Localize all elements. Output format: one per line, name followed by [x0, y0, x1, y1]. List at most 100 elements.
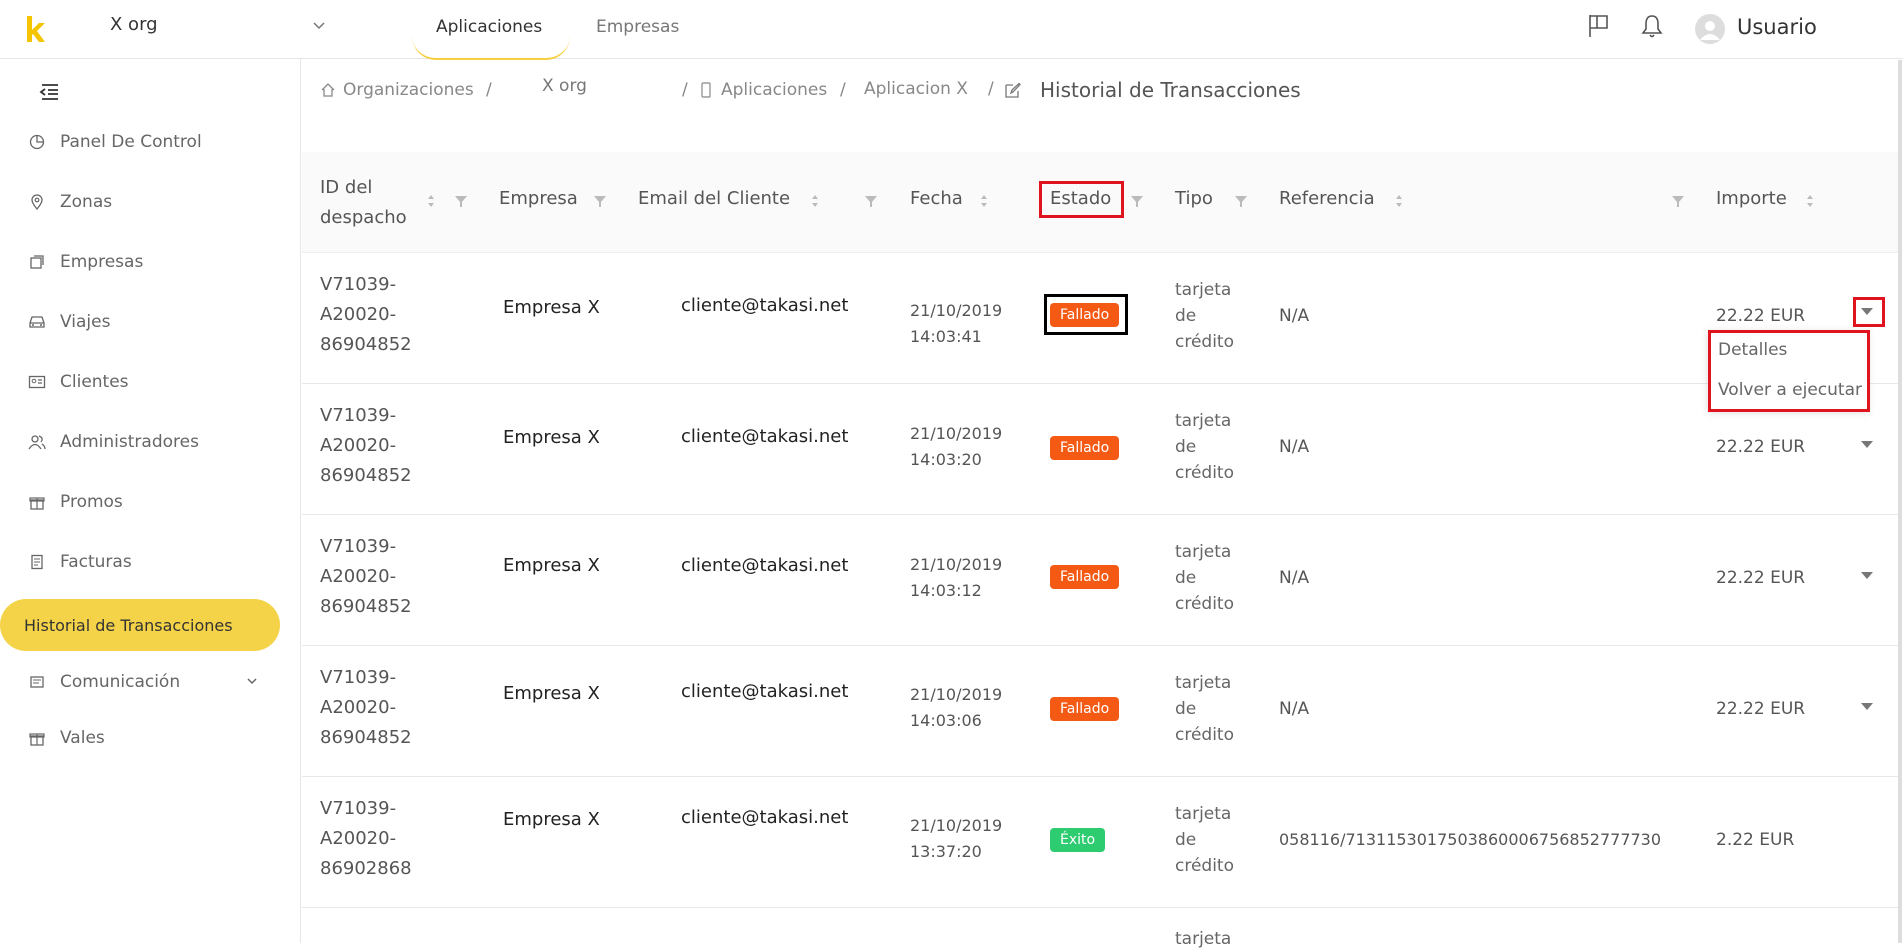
- tab-aplicaciones[interactable]: Aplicaciones: [436, 17, 542, 37]
- sidebar-item-label: Panel De Control: [60, 132, 202, 152]
- sidebar-item-zonas[interactable]: Zonas: [28, 187, 112, 217]
- sort-icon[interactable]: [427, 193, 435, 209]
- sidebar-item-label: Historial de Transacciones: [24, 615, 233, 635]
- building-icon: [28, 253, 46, 271]
- sidebar-item-administradores[interactable]: Administradores: [28, 427, 199, 457]
- avatar[interactable]: [1695, 14, 1725, 44]
- sidebar-item-panel[interactable]: Panel De Control: [28, 127, 202, 157]
- breadcrumb-aplicaciones[interactable]: Aplicaciones: [721, 80, 827, 100]
- sidebar-item-promos[interactable]: Promos: [28, 487, 123, 517]
- sidebar-item-historial[interactable]: Historial de Transacciones: [0, 599, 280, 651]
- cell-tipo: tarjeta de crédito: [1175, 411, 1235, 483]
- sidebar-item-clientes[interactable]: Clientes: [28, 367, 129, 397]
- chevron-down-icon[interactable]: [246, 675, 258, 687]
- flag-icon[interactable]: [1586, 13, 1612, 39]
- id-card-icon: [28, 373, 46, 391]
- cell-fecha: 21/10/2019 13:37:20: [910, 816, 1003, 861]
- cell-email: cliente@takasi.net: [681, 807, 849, 828]
- filter-icon[interactable]: [454, 194, 468, 208]
- caret-down-icon[interactable]: [1860, 306, 1874, 316]
- cell-email: cliente@takasi.net: [681, 555, 849, 576]
- sort-icon[interactable]: [811, 193, 819, 209]
- col-header-id[interactable]: ID del despacho: [320, 173, 420, 233]
- caret-down-icon[interactable]: [1860, 570, 1874, 580]
- sidebar-item-label: Promos: [60, 492, 123, 512]
- filter-icon[interactable]: [593, 194, 607, 208]
- caret-down-icon[interactable]: [1860, 701, 1874, 711]
- gift-icon: [28, 493, 46, 511]
- cell-fecha: 21/10/2019 14:03:12: [910, 555, 1003, 600]
- cell-email: cliente@takasi.net: [681, 681, 849, 702]
- breadcrumb-organizaciones[interactable]: Organizaciones: [343, 80, 474, 100]
- cell-tipo: tarjeta: [1175, 929, 1232, 949]
- cell-id: V71039- A20020- 86904852: [320, 536, 412, 617]
- cell-email: cliente@takasi.net: [681, 295, 849, 316]
- col-header-tipo[interactable]: Tipo: [1175, 188, 1213, 209]
- menu-collapse-icon[interactable]: [38, 83, 60, 101]
- highlight-box: [1039, 181, 1124, 218]
- breadcrumb-app[interactable]: Aplicacion X: [864, 79, 968, 99]
- cell-id: V71039- A20020- 86904852: [320, 274, 412, 355]
- org-selector[interactable]: X org: [110, 14, 158, 35]
- cell-referencia: N/A: [1279, 699, 1310, 719]
- filter-icon[interactable]: [1671, 194, 1685, 208]
- user-icon: [1700, 21, 1720, 40]
- filter-icon[interactable]: [1130, 194, 1144, 208]
- chevron-down-icon[interactable]: [312, 18, 326, 32]
- sidebar-item-empresas[interactable]: Empresas: [28, 247, 143, 277]
- filter-icon[interactable]: [1234, 194, 1248, 208]
- sidebar-item-label: Comunicación: [60, 672, 181, 692]
- sidebar-item-comunicacion[interactable]: Comunicación: [28, 667, 180, 697]
- col-header-fecha[interactable]: Fecha: [910, 188, 963, 209]
- users-icon: [28, 433, 46, 451]
- breadcrumb-separator: /: [486, 80, 492, 100]
- breadcrumb-separator: /: [988, 79, 994, 99]
- tab-underline: [412, 36, 570, 60]
- cell-referencia: 058116/7131153017503860006756852777730: [1279, 830, 1662, 849]
- col-header-importe[interactable]: Importe: [1716, 188, 1787, 209]
- caret-down-icon[interactable]: [1860, 439, 1874, 449]
- sidebar-item-facturas[interactable]: Facturas: [28, 547, 132, 577]
- k-logo[interactable]: [24, 14, 46, 44]
- breadcrumb-separator: /: [840, 80, 846, 100]
- sidebar: Panel De Control Zonas Empresas Viajes C…: [0, 59, 301, 943]
- scrollbar[interactable]: [1898, 60, 1902, 943]
- breadcrumb-org[interactable]: X org: [542, 76, 587, 96]
- sort-icon[interactable]: [1395, 193, 1403, 209]
- status-badge: Fallado: [1050, 436, 1120, 460]
- invoice-icon: [28, 553, 46, 571]
- col-header-referencia[interactable]: Referencia: [1279, 188, 1375, 209]
- cell-tipo: tarjeta de crédito: [1175, 673, 1235, 745]
- sidebar-item-label: Empresas: [60, 252, 144, 272]
- message-icon: [28, 673, 46, 691]
- sort-icon[interactable]: [980, 193, 988, 209]
- location-pin-icon: [28, 193, 46, 211]
- cell-empresa: Empresa X: [503, 555, 600, 576]
- sidebar-item-label: Facturas: [60, 552, 132, 572]
- cell-referencia: N/A: [1279, 437, 1310, 457]
- sidebar-item-vales[interactable]: Vales: [28, 723, 105, 753]
- sidebar-item-label: Administradores: [60, 432, 199, 452]
- bell-icon[interactable]: [1640, 13, 1664, 39]
- status-badge: Fallado: [1050, 697, 1120, 721]
- col-header-empresa[interactable]: Empresa: [499, 188, 578, 209]
- pie-chart-icon: [28, 133, 46, 151]
- cell-fecha: 21/10/2019 14:03:20: [910, 424, 1003, 469]
- highlight-box: [1708, 330, 1870, 412]
- user-name[interactable]: Usuario: [1737, 15, 1817, 39]
- gift-icon: [28, 729, 46, 747]
- status-badge: Fallado: [1050, 303, 1120, 327]
- sidebar-item-viajes[interactable]: Viajes: [28, 307, 110, 337]
- filter-icon[interactable]: [864, 194, 878, 208]
- car-icon: [28, 313, 46, 331]
- tab-empresas[interactable]: Empresas: [596, 17, 679, 37]
- col-header-email[interactable]: Email del Cliente: [638, 188, 790, 209]
- cell-email: cliente@takasi.net: [681, 426, 849, 447]
- cell-empresa: Empresa X: [503, 427, 600, 448]
- cell-id: V71039- A20020- 86902868: [320, 798, 412, 879]
- status-badge: Éxito: [1050, 828, 1106, 852]
- row-divider: [302, 776, 1902, 777]
- top-bar: X org Aplicaciones Empresas Usuario: [0, 0, 1903, 60]
- row-divider: [302, 514, 1902, 515]
- sort-icon[interactable]: [1806, 193, 1814, 209]
